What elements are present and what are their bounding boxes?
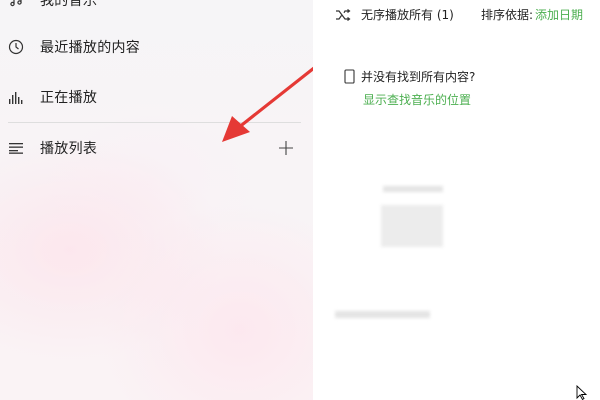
sidebar: 我的音乐 最近播放的内容 正在播放 播放列表 <box>0 0 316 400</box>
sidebar-divider <box>8 122 301 123</box>
main-panel: 无序播放所有 (1) 排序依据: 添加日期 并没有找到所有内容? 显示查找音乐的位… <box>313 0 600 400</box>
sidebar-item-label: 正在播放 <box>40 90 98 106</box>
missing-content-question: 并没有找到所有内容? <box>361 70 476 84</box>
blurred-placeholder <box>383 186 443 192</box>
blurred-placeholder <box>381 205 443 247</box>
music-app-window: 我的音乐 最近播放的内容 正在播放 播放列表 无序播放所有 (1) 排序依据: … <box>0 0 600 400</box>
shuffle-label: 无序播放所有 (1) <box>361 8 454 22</box>
shuffle-icon <box>335 7 351 23</box>
sidebar-item-playlists[interactable]: 播放列表 <box>0 128 313 168</box>
add-playlist-button[interactable] <box>275 137 297 159</box>
blurred-placeholder <box>335 311 430 318</box>
sort-value-dropdown[interactable]: 添加日期 <box>535 8 583 22</box>
playlist-icon <box>6 138 26 158</box>
clock-icon <box>6 37 26 57</box>
sidebar-item-recent[interactable]: 最近播放的内容 <box>0 27 313 67</box>
plus-icon <box>279 141 293 155</box>
equalizer-icon <box>6 87 26 107</box>
sort-label: 排序依据: <box>481 8 534 22</box>
shuffle-all-button[interactable]: 无序播放所有 (1) <box>335 6 454 23</box>
sidebar-item-my-music[interactable]: 我的音乐 <box>0 0 313 20</box>
sidebar-item-label: 最近播放的内容 <box>40 40 141 56</box>
music-note-icon <box>6 0 26 10</box>
sidebar-item-now-playing[interactable]: 正在播放 <box>0 77 313 117</box>
show-music-location-link[interactable]: 显示查找音乐的位置 <box>363 91 475 108</box>
missing-content-notice: 并没有找到所有内容? 显示查找音乐的位置 <box>343 68 475 108</box>
sidebar-item-label: 播放列表 <box>40 141 98 157</box>
device-icon <box>343 69 355 85</box>
mouse-cursor-icon <box>576 385 588 400</box>
sidebar-item-label: 我的音乐 <box>40 0 98 9</box>
sort-control[interactable]: 排序依据: 添加日期 <box>481 6 583 23</box>
